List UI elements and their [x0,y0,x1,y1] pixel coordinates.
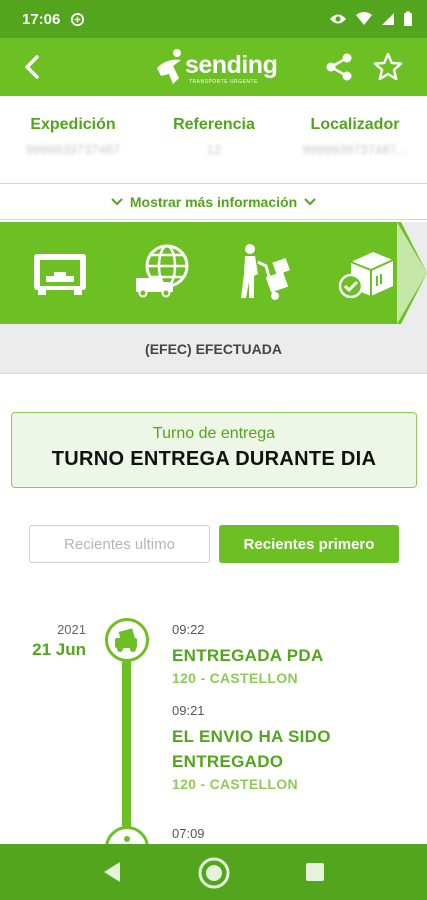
event-title: EL ENVIO HA SIDO ENTREGADO [172,727,331,771]
timeline-event: 09:22 ENTREGADA PDA 120 - CASTELLON [172,622,412,686]
referencia-label: Referencia [173,116,255,133]
timeline-node [105,826,149,844]
delivery-truck-icon [115,628,137,652]
signal-icon [382,13,394,25]
nav-back-icon[interactable] [100,860,124,884]
timeline-year: 2021 [57,622,86,637]
event-location: 120 - CASTELLON [172,670,298,686]
battery-icon [404,11,412,26]
status-text: (EFEC) EFECTUADA [0,324,427,374]
nav-home-icon[interactable] [197,856,231,890]
expedicion-label: Expedición [30,116,116,133]
steps-arrow-icon [397,222,427,324]
system-nav-bar [0,844,427,900]
show-more-button[interactable]: Mostrar más información [0,184,427,220]
share-icon[interactable] [323,51,355,83]
sending-logo: sending TRANSPORTE URGENTE [155,48,278,88]
localizador-value: 9999939737487... [302,142,408,157]
timeline-node [105,618,149,662]
timeline-event: 07:09 [172,826,412,841]
status-bar: 17:06 [0,0,427,38]
runner-logo-icon [157,49,181,84]
delivery-shift-value: TURNO ENTREGA DURANTE DIA [51,448,377,470]
tracking-steps [0,222,427,324]
chevron-down-icon [111,197,123,205]
info-icon [124,836,130,842]
sort-oldest-first-button[interactable]: Recientes ultimo [29,525,210,563]
delivered-box-icon [338,252,394,299]
globe-truck-icon [136,244,189,298]
expedicion-value: 9999939737487 [26,142,120,157]
referencia-column: Referencia 12 [155,116,273,157]
tracking-timeline: 2021 21 Jun 09:22 ENTREGADA PDA 120 - CA… [0,600,427,844]
warehouse-icon [34,254,86,295]
localizador-column: Localizador 9999939737487... [285,116,425,157]
delivery-shift-card: Turno de entrega TURNO ENTREGA DURANTE D… [11,412,417,488]
event-time: 09:22 [172,622,205,637]
timeline-event: 09:21 EL ENVIO HA SIDO ENTREGADO 120 - C… [172,703,412,792]
star-icon[interactable] [372,51,404,83]
status-time: 17:06 [22,10,61,28]
app-bar: sending TRANSPORTE URGENTE [0,38,427,96]
timeline-line [122,652,131,844]
referencia-value: 12 [206,142,222,157]
expedicion-column: Expedición 9999939737487 [14,116,132,157]
hand-truck-icon [241,244,290,300]
data-saver-icon [71,12,85,26]
event-time: 07:09 [172,826,205,841]
logo-tagline: TRANSPORTE URGENTE [189,79,258,85]
show-more-label: Mostrar más información [129,193,298,210]
nav-recents-icon[interactable] [305,862,325,882]
event-time: 09:21 [172,703,205,718]
eye-icon [330,14,346,24]
timeline-day: 21 Jun [32,640,86,659]
delivery-shift-label: Turno de entrega [152,425,276,442]
back-arrow-icon[interactable] [18,52,48,82]
event-location: 120 - CASTELLON [172,776,298,792]
sort-newest-first-button[interactable]: Recientes primero [219,525,399,563]
logo-text: sending [185,51,278,79]
shipment-info: Expedición 9999939737487 Referencia 12 L… [0,96,427,184]
chevron-down-icon [304,197,316,205]
event-title: ENTREGADA PDA [172,646,324,665]
localizador-label: Localizador [310,116,400,133]
wifi-icon [356,12,372,25]
